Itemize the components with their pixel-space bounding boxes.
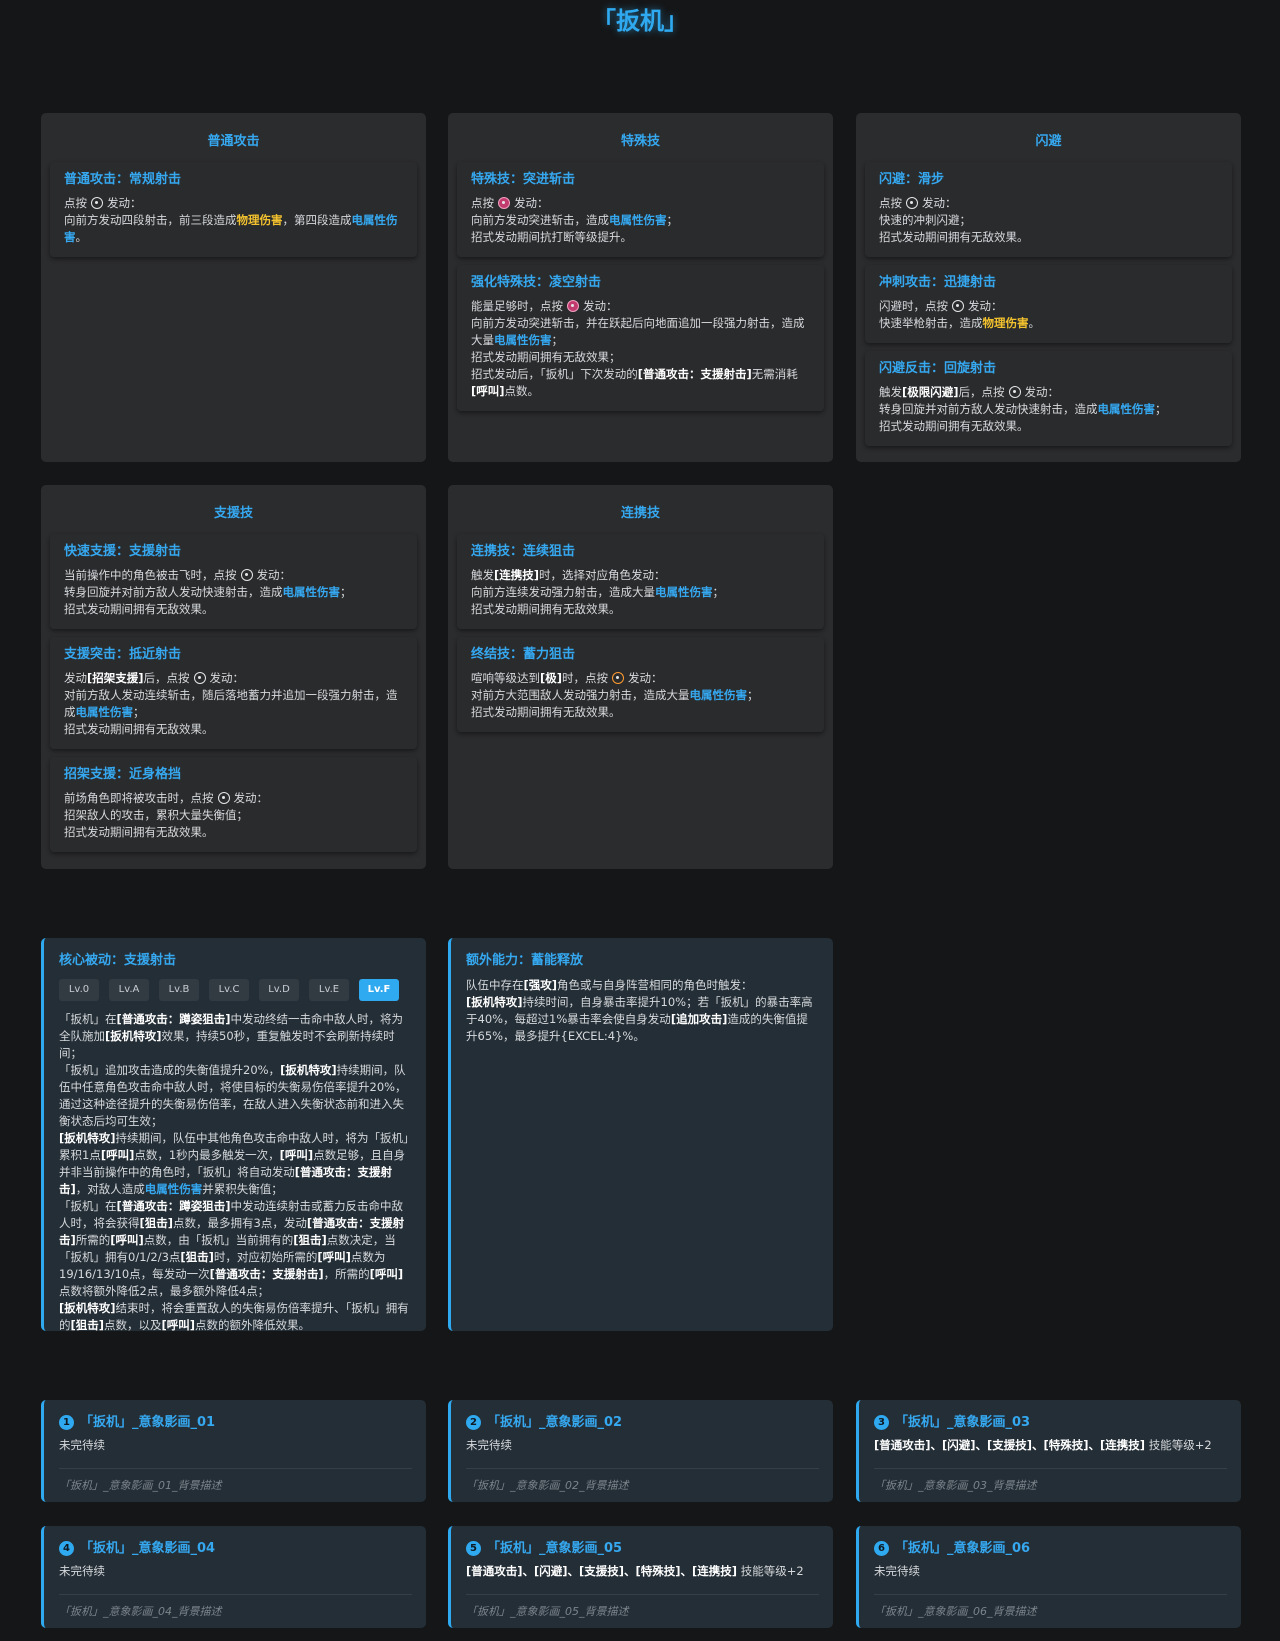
mindscape-card: 3 「扳机」_意象影画_03 [普通攻击]、[闪避]、[支援技]、[特殊技]、[连… <box>856 1400 1241 1502</box>
core-passive-desc: 「扳机」在[普通攻击：蹲姿狙击]中发动终结一击命中敌人时，将为全队施加[扳机特攻… <box>59 1012 409 1332</box>
mindscape-number-badge: 1 <box>59 1415 74 1430</box>
skill-name: 强化特殊技：凌空射击 <box>471 275 602 290</box>
mindscape-background-desc: 「扳机」_意象影画_01_背景描述 <box>59 1468 412 1494</box>
skill-desc: 触发[连携技]时，选择对应角色发动： 向前方连续发动强力射击，造成大量电属性伤害… <box>471 568 724 616</box>
skill-name: 连携技：连续狙击 <box>471 544 576 559</box>
skill-desc: 点按 发动： 快速的冲刺闪避； 招式发动期间拥有无敌效果。 <box>879 196 1029 244</box>
mindscape-desc: 未完待续 <box>59 1438 105 1452</box>
skill-card: 终结技：蓄力狙击 喧响等级达到[极]时，点按 发动： 对前方大范围敌人发动强力射击… <box>457 637 824 732</box>
skill-card: 闪避反击：回旋射击 触发[极限闪避]后，点按 发动： 转身回旋并对前方敌人发动快速… <box>865 351 1232 446</box>
skill-card: 快速支援：支援射击 当前操作中的角色被击飞时，点按 发动： 转身回旋并对前方敌人发… <box>50 534 417 629</box>
mindscape-title: 4 「扳机」_意象影画_04 <box>59 1540 412 1557</box>
skill-card: 连携技：连续狙击 触发[连携技]时，选择对应角色发动： 向前方连续发动强力射击，… <box>457 534 824 629</box>
mindscape-number-badge: 3 <box>874 1415 889 1430</box>
skill-desc: 点按 发动： 向前方发动四段射击，前三段造成物理伤害，第四段造成电属性伤害。 <box>64 196 398 244</box>
level-tab-e[interactable]: Lv.E <box>309 979 349 1001</box>
mindscape-number-badge: 2 <box>466 1415 481 1430</box>
level-tab-b[interactable]: Lv.B <box>159 979 199 1001</box>
dodge-button-icon <box>906 197 918 209</box>
mindscape-background-desc: 「扳机」_意象影画_04_背景描述 <box>59 1594 412 1620</box>
special-attack-button-icon <box>498 197 510 209</box>
mindscape-background-desc: 「扳机」_意象影画_05_背景描述 <box>466 1594 819 1620</box>
skill-name: 冲刺攻击：迅捷射击 <box>879 275 997 290</box>
level-tabs: Lv.0 Lv.A Lv.B Lv.C Lv.D Lv.E Lv.F <box>59 979 412 1001</box>
extra-ability-desc: 队伍中存在[强攻]角色或与自身阵营相同的角色时触发： [扳机特攻]持续时间，自身… <box>466 978 813 1043</box>
skill-name: 招架支援：近身格挡 <box>64 767 182 782</box>
mindscape-card: 6 「扳机」_意象影画_06 未完待续 「扳机」_意象影画_06_背景描述 <box>856 1526 1241 1628</box>
skill-name: 普通攻击：常规射击 <box>64 172 182 187</box>
mindscape-card: 2 「扳机」_意象影画_02 未完待续 「扳机」_意象影画_02_背景描述 <box>448 1400 833 1502</box>
skill-card: 强化特殊技：凌空射击 能量足够时，点按 发动： 向前方发动突进斩击，并在跃起后向地… <box>457 265 824 411</box>
page-title: 「扳机」 <box>592 7 688 35</box>
level-tab-0[interactable]: Lv.0 <box>59 979 99 1001</box>
mindscape-title: 6 「扳机」_意象影画_06 <box>874 1540 1227 1557</box>
skill-card: 支援突击：抵近射击 发动[招架支援]后，点按 发动： 对前方敌人发动连续斩击，随后… <box>50 637 417 749</box>
mindscape-title: 5 「扳机」_意象影画_05 <box>466 1540 819 1557</box>
mindscape-card: 1 「扳机」_意象影画_01 未完待续 「扳机」_意象影画_01_背景描述 <box>41 1400 426 1502</box>
panel-title: 连携技 <box>620 506 660 521</box>
mindscape-card: 4 「扳机」_意象影画_04 未完待续 「扳机」_意象影画_04_背景描述 <box>41 1526 426 1628</box>
basic-attack-button-icon <box>193 672 206 684</box>
skill-name: 支援突击：抵近射击 <box>64 647 182 662</box>
mindscape-desc: 未完待续 <box>59 1564 105 1578</box>
level-tab-d[interactable]: Lv.D <box>259 979 299 1001</box>
mindscape-background-desc: 「扳机」_意象影画_06_背景描述 <box>874 1594 1227 1620</box>
panel-basic-attack: 普通攻击 普通攻击：常规射击 点按 发动： 向前方发动四段射击，前三段造成物理伤害… <box>41 113 426 462</box>
skill-card: 招架支援：近身格挡 前场角色即将被攻击时，点按 发动： 招架敌人的攻击，累积大量失… <box>50 757 417 852</box>
panel-title: 普通攻击 <box>207 134 260 149</box>
skill-card: 闪避：滑步 点按 发动： 快速的冲刺闪避； 招式发动期间拥有无敌效果。 <box>865 162 1232 257</box>
panel-title: 特殊技 <box>620 134 660 149</box>
basic-attack-button-icon <box>1008 386 1021 398</box>
skill-desc: 当前操作中的角色被击飞时，点按 发动： 转身回旋并对前方敌人发动快速射击，造成电属… <box>64 568 352 616</box>
core-passive-title: 核心被动：支援射击 <box>59 953 177 968</box>
assist-button-icon <box>240 569 253 581</box>
panel-chain: 连携技 连携技：连续狙击 触发[连携技]时，选择对应角色发动： 向前方连续发动强… <box>448 485 833 869</box>
skill-desc: 闪避时，点按 发动： 快速举枪射击，造成物理伤害。 <box>879 299 1040 330</box>
mindscape-background-desc: 「扳机」_意象影画_03_背景描述 <box>874 1468 1227 1494</box>
mindscape-number-badge: 4 <box>59 1541 74 1556</box>
mindscape-number-badge: 6 <box>874 1541 889 1556</box>
panel-title: 支援技 <box>213 506 253 521</box>
skill-desc: 能量足够时，点按 发动： 向前方发动突进斩击，并在跃起后向地面追加一段强力射击，造… <box>471 299 805 398</box>
mindscape-desc: [普通攻击]、[闪避]、[支援技]、[特殊技]、[连携技] 技能等级+2 <box>466 1564 804 1578</box>
basic-attack-button-icon <box>91 197 103 209</box>
mindscape-title: 1 「扳机」_意象影画_01 <box>59 1414 412 1431</box>
mindscape-title: 3 「扳机」_意象影画_03 <box>874 1414 1227 1431</box>
mindscape-number-badge: 5 <box>466 1541 481 1556</box>
skill-name: 特殊技：突进斩击 <box>471 172 576 187</box>
skill-name: 闪避反击：回旋射击 <box>879 361 997 376</box>
panel-dodge: 闪避 闪避：滑步 点按 发动： 快速的冲刺闪避； 招式发动期间拥有无敌效果。 冲刺… <box>856 113 1241 462</box>
level-tab-c[interactable]: Lv.C <box>209 979 249 1001</box>
level-tab-a[interactable]: Lv.A <box>109 979 149 1001</box>
skill-name: 快速支援：支援射击 <box>64 544 182 559</box>
skill-card: 冲刺攻击：迅捷射击 闪避时，点按 发动： 快速举枪射击，造成物理伤害。 <box>865 265 1232 343</box>
level-tab-f[interactable]: Lv.F <box>359 979 399 1001</box>
skill-desc: 喧响等级达到[极]时，点按 发动： 对前方大范围敌人发动强力射击，造成大量电属性伤… <box>471 671 759 719</box>
skill-desc: 发动[招架支援]后，点按 发动： 对前方敌人发动连续斩击，随后落地蓄力并追加一段强… <box>64 671 398 736</box>
mindscape-title: 2 「扳机」_意象影画_02 <box>466 1414 819 1431</box>
skill-desc: 触发[极限闪避]后，点按 发动： 转身回旋并对前方敌人发动快速射击，造成电属性伤害… <box>879 385 1167 433</box>
core-passive-card: 核心被动：支援射击 Lv.0 Lv.A Lv.B Lv.C Lv.D Lv.E … <box>41 938 426 1332</box>
special-attack-button-icon <box>567 300 579 312</box>
skill-name: 闪避：滑步 <box>879 172 945 187</box>
panel-title: 闪避 <box>1035 134 1062 149</box>
mindscape-desc: [普通攻击]、[闪避]、[支援技]、[特殊技]、[连携技] 技能等级+2 <box>874 1438 1212 1452</box>
skill-card: 普通攻击：常规射击 点按 发动： 向前方发动四段射击，前三段造成物理伤害，第四段造… <box>50 162 417 257</box>
skill-name: 终结技：蓄力狙击 <box>471 647 576 662</box>
panel-special-attack: 特殊技 特殊技：突进斩击 点按 发动： 向前方发动突进斩击，造成电属性伤害； 招式… <box>448 113 833 462</box>
extra-ability-card: 额外能力：蓄能释放 队伍中存在[强攻]角色或与自身阵营相同的角色时触发： [扳机… <box>448 938 833 1331</box>
mindscape-desc: 未完待续 <box>874 1564 920 1578</box>
basic-attack-button-icon <box>952 300 964 312</box>
skill-desc: 前场角色即将被攻击时，点按 发动： 招架敌人的攻击，累积大量失衡值； 招式发动期间… <box>64 791 268 839</box>
ultimate-button-icon <box>612 672 625 684</box>
mindscape-desc: 未完待续 <box>466 1438 512 1452</box>
mindscape-card: 5 「扳机」_意象影画_05 [普通攻击]、[闪避]、[支援技]、[特殊技]、[连… <box>448 1526 833 1628</box>
skill-card: 特殊技：突进斩击 点按 发动： 向前方发动突进斩击，造成电属性伤害； 招式发动期间… <box>457 162 824 257</box>
assist-button-icon <box>217 792 230 804</box>
panel-assist: 支援技 快速支援：支援射击 当前操作中的角色被击飞时，点按 发动： 转身回旋并对前… <box>41 485 426 869</box>
skill-desc: 点按 发动： 向前方发动突进斩击，造成电属性伤害； 招式发动期间抗打断等级提升。 <box>471 196 678 244</box>
mindscape-background-desc: 「扳机」_意象影画_02_背景描述 <box>466 1468 819 1494</box>
extra-ability-title: 额外能力：蓄能释放 <box>466 953 584 968</box>
